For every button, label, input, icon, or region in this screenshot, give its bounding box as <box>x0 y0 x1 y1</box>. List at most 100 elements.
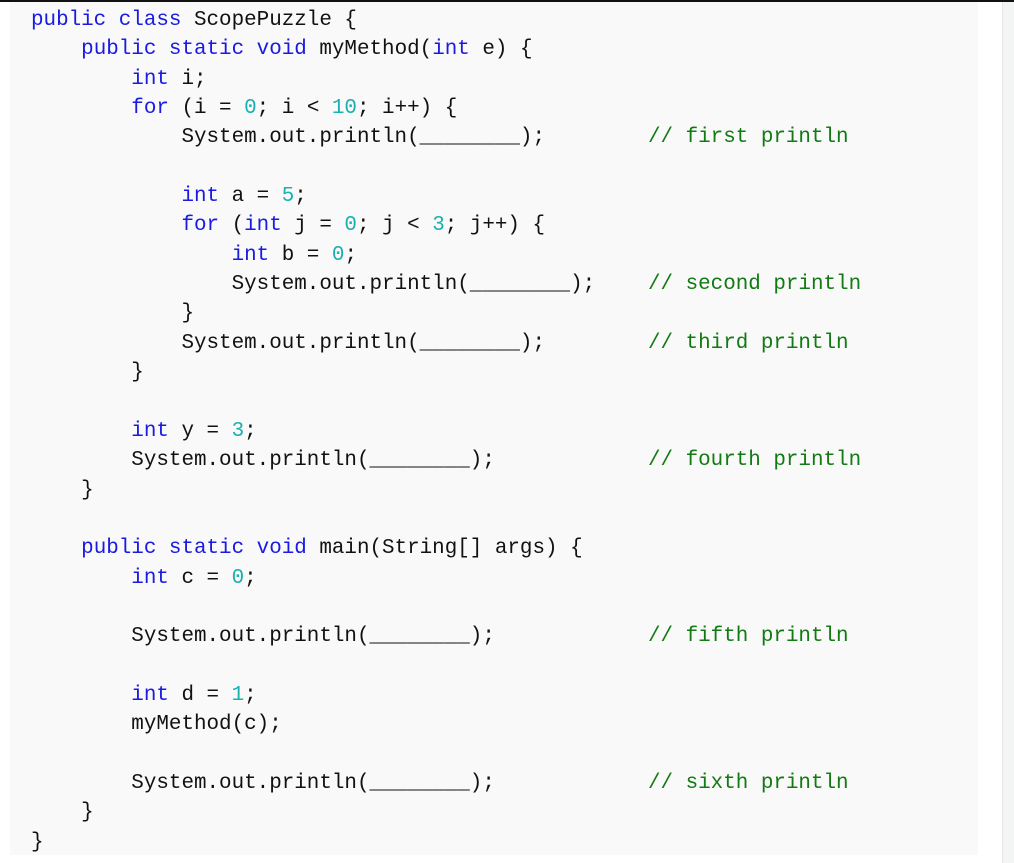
code-token: } <box>181 302 194 326</box>
code-token: } <box>31 830 44 854</box>
code-token: ; <box>344 243 357 267</box>
code-line: int y = 3; <box>31 417 595 446</box>
code-listing: public class ScopePuzzle { public static… <box>31 6 862 857</box>
code-line: int d = 1; <box>31 681 595 710</box>
code-line: } <box>31 476 595 505</box>
code-comment: // sixth println <box>648 771 849 795</box>
code-line: System.out.println(________); // second p… <box>31 270 862 299</box>
keyword-token: int <box>131 67 169 91</box>
code-line: } <box>31 798 595 827</box>
code-token: } <box>81 801 94 825</box>
keyword-token: int <box>231 243 270 267</box>
code-line: System.out.println(________); // fourth p… <box>31 446 861 475</box>
code-token: e) { <box>469 38 533 62</box>
code-line: } <box>31 828 595 857</box>
code-line: public class ScopePuzzle { <box>31 6 595 35</box>
code-token: System.out.println(________); <box>131 449 495 473</box>
keyword-token: int <box>131 566 169 590</box>
code-line: } <box>31 358 595 387</box>
code-comment: // fifth println <box>648 625 849 649</box>
code-line: } <box>31 299 595 328</box>
code-token: main(String[] args) { <box>306 537 583 561</box>
code-token: System.out.println(________); <box>181 126 545 150</box>
code-line: int i; <box>31 65 595 94</box>
code-line: System.out.println(________); // third pr… <box>31 329 848 358</box>
code-token: System.out.println(________); <box>131 771 495 795</box>
code-token: c = <box>168 566 232 590</box>
code-token: y = <box>168 419 232 443</box>
code-line: public static void myMethod(int e) { <box>31 35 595 64</box>
code-token: myMethod(c); <box>131 713 282 737</box>
code-token: ; <box>244 419 257 443</box>
number-token: 10 <box>331 97 357 121</box>
code-token: System.out.println(________); <box>231 273 596 297</box>
number-token: 0 <box>331 243 345 267</box>
number-token: 0 <box>344 214 357 238</box>
code-token: ; i < <box>256 97 332 121</box>
scrollbar[interactable] <box>1002 2 1014 863</box>
code-line: for (i = 0; i < 10; i++) { <box>31 94 595 123</box>
keyword-token: public static void <box>81 537 307 561</box>
code-token: i; <box>168 67 207 91</box>
code-token: ScopePuzzle { <box>181 9 357 32</box>
code-line: int a = 5; <box>31 182 595 211</box>
code-token: } <box>131 361 144 385</box>
keyword-token: int <box>131 683 169 707</box>
number-token: 3 <box>231 419 245 443</box>
code-line: System.out.println(________); // sixth pr… <box>31 769 848 798</box>
code-comment: // second println <box>648 273 862 297</box>
code-token: j = <box>281 214 345 238</box>
number-token: 1 <box>231 683 245 707</box>
keyword-token: for <box>181 214 220 238</box>
code-token: ; i++) { <box>356 97 458 121</box>
number-token: 5 <box>281 185 295 209</box>
code-token: myMethod( <box>306 38 433 62</box>
keyword-token: int <box>432 38 470 62</box>
code-token: a = <box>219 185 282 209</box>
code-token: ; j++) { <box>444 214 546 238</box>
code-line: int b = 0; <box>31 241 595 270</box>
keyword-token: int <box>181 185 220 209</box>
keyword-token: public static void <box>81 38 307 62</box>
number-token: 0 <box>231 566 245 590</box>
code-comment: // third println <box>648 331 849 355</box>
code-token: ; <box>244 566 257 590</box>
code-token: ( <box>219 214 245 238</box>
code-line: for (int j = 0; j < 3; j++) { <box>31 211 595 240</box>
code-line: myMethod(c); <box>31 710 595 739</box>
keyword-token: for <box>131 97 169 121</box>
keyword-token: int <box>131 419 169 443</box>
code-line: System.out.println(________); // first pr… <box>31 123 848 152</box>
code-token: ; <box>294 185 307 209</box>
code-comment: // fourth println <box>648 449 862 473</box>
code-token: (i = <box>168 97 245 121</box>
code-line: System.out.println(________); // fifth pr… <box>31 622 848 651</box>
code-token: ; j < <box>356 214 433 238</box>
keyword-token: public class <box>31 9 182 32</box>
code-token: System.out.println(________); <box>131 625 495 649</box>
keyword-token: int <box>244 214 282 238</box>
code-token: } <box>81 478 94 502</box>
